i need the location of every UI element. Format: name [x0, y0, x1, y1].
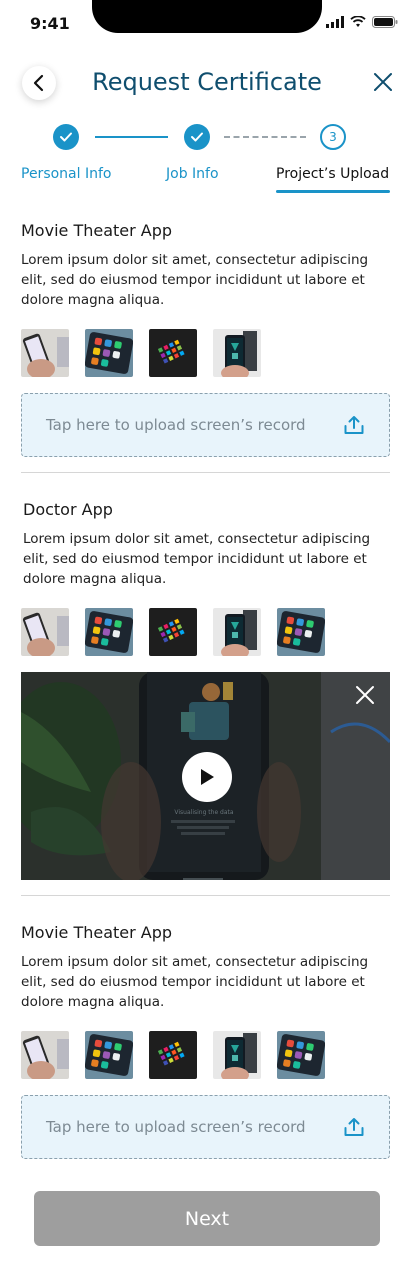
- upload-record-dropzone[interactable]: Tap here to upload screen’s record: [21, 1095, 390, 1159]
- step-connector-2: [224, 136, 306, 138]
- thumbnail-image[interactable]: [149, 329, 197, 377]
- step-2-complete: [184, 124, 210, 150]
- progress-stepper: 3: [0, 124, 414, 152]
- upload-icon: [344, 1118, 364, 1136]
- video-preview[interactable]: Visualising the data: [21, 672, 390, 880]
- upload-record-dropzone[interactable]: Tap here to upload screen’s record: [21, 393, 390, 457]
- section-divider: [21, 895, 390, 896]
- status-time: 9:41: [30, 14, 70, 33]
- header: Request Certificate: [0, 58, 414, 108]
- thumbnail-image[interactable]: [277, 1031, 325, 1079]
- upload-label: Tap here to upload screen’s record: [46, 416, 306, 434]
- battery-icon: [372, 16, 398, 28]
- close-icon[interactable]: [354, 684, 376, 706]
- upload-label: Tap here to upload screen’s record: [46, 1118, 306, 1136]
- step-3-current: 3: [320, 124, 346, 150]
- page-title: Request Certificate: [92, 68, 322, 96]
- thumbnail-image[interactable]: [277, 608, 325, 656]
- tab-projects-upload[interactable]: Project’s Upload: [276, 166, 389, 182]
- thumbnail-image[interactable]: [213, 1031, 261, 1079]
- section-divider: [21, 472, 390, 473]
- step-1-complete: [53, 124, 79, 150]
- thumbnail-image[interactable]: [85, 608, 133, 656]
- play-icon: [201, 769, 214, 785]
- thumbnail-image[interactable]: [213, 608, 261, 656]
- section-title: Movie Theater App: [21, 923, 173, 942]
- tab-bar: Personal Info Job Info Project’s Upload: [0, 166, 414, 196]
- section-description: Lorem ipsum dolor sit amet, consectetur …: [23, 531, 371, 587]
- section-title: Movie Theater App: [21, 221, 173, 240]
- active-tab-indicator: [276, 190, 390, 193]
- screenshot-thumbnails: [21, 608, 325, 656]
- screenshot-thumbnails: [21, 329, 261, 377]
- device-notch: [92, 0, 322, 33]
- play-button[interactable]: [182, 752, 232, 802]
- thumbnail-image[interactable]: [21, 329, 69, 377]
- check-icon: [60, 132, 72, 142]
- status-icons: [326, 16, 398, 28]
- section-description: Lorem ipsum dolor sit amet, consectetur …: [21, 954, 369, 1010]
- thumbnail-image[interactable]: [213, 329, 261, 377]
- tab-personal-info[interactable]: Personal Info: [21, 166, 111, 182]
- thumbnail-image[interactable]: [21, 1031, 69, 1079]
- thumbnail-image[interactable]: [149, 608, 197, 656]
- thumbnail-image[interactable]: [85, 1031, 133, 1079]
- thumbnail-image[interactable]: [21, 608, 69, 656]
- thumbnail-image[interactable]: [149, 1031, 197, 1079]
- status-bar: 9:41: [0, 0, 414, 48]
- upload-icon: [344, 416, 364, 434]
- screenshot-thumbnails: [21, 1031, 325, 1079]
- step-3-number: 3: [329, 130, 337, 144]
- section-title: Doctor App: [23, 500, 113, 519]
- wifi-icon: [350, 16, 366, 27]
- thumbnail-image[interactable]: [85, 329, 133, 377]
- tab-job-info[interactable]: Job Info: [166, 166, 219, 182]
- next-button[interactable]: Next: [34, 1191, 380, 1246]
- step-connector-1: [95, 136, 168, 138]
- check-icon: [191, 132, 203, 142]
- signal-icon: [326, 16, 344, 28]
- close-icon[interactable]: [372, 71, 394, 93]
- section-description: Lorem ipsum dolor sit amet, consectetur …: [21, 252, 369, 308]
